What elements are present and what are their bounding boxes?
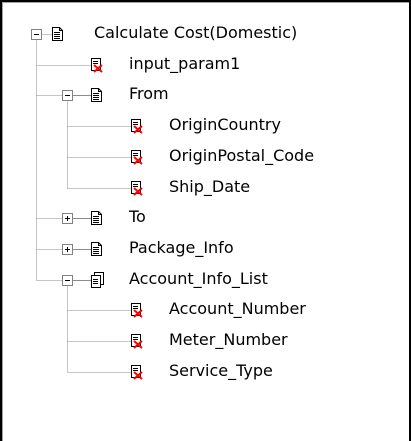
tree-node-calc[interactable]: Calculate Cost(Domestic) bbox=[0, 19, 411, 49]
collapse-icon[interactable] bbox=[62, 90, 73, 101]
parameter-icon bbox=[131, 181, 143, 196]
expand-icon[interactable] bbox=[62, 213, 73, 224]
parameter-icon bbox=[131, 119, 143, 134]
document-icon bbox=[91, 88, 102, 102]
tree-node-service-type[interactable]: Service_Type bbox=[0, 357, 411, 387]
collapse-icon[interactable] bbox=[62, 275, 73, 286]
tree-node-label[interactable]: Account_Info_List bbox=[129, 269, 268, 289]
parameter-icon bbox=[131, 334, 143, 349]
document-icon bbox=[52, 27, 63, 41]
parameter-tree-view: Calculate Cost(Domestic) input_param1 From… bbox=[0, 0, 411, 441]
parameter-icon bbox=[91, 58, 103, 73]
tree-node-package-info[interactable]: Package_Info bbox=[0, 234, 411, 264]
tree-node-label[interactable]: Package_Info bbox=[129, 238, 234, 258]
document-icon bbox=[91, 211, 102, 225]
document-icon bbox=[91, 242, 102, 256]
parameter-icon bbox=[131, 303, 143, 318]
tree-node-label[interactable]: OriginPostal_Code bbox=[169, 146, 314, 166]
tree-node-from[interactable]: From bbox=[0, 80, 411, 110]
tree-node-label[interactable]: Meter_Number bbox=[169, 330, 288, 350]
tree-node-to[interactable]: To bbox=[0, 203, 411, 233]
tree-node-meter-number[interactable]: Meter_Number bbox=[0, 326, 411, 356]
tree-node-origin-postal[interactable]: OriginPostal_Code bbox=[0, 142, 411, 172]
tree-node-account-number[interactable]: Account_Number bbox=[0, 295, 411, 325]
tree-node-label[interactable]: OriginCountry bbox=[169, 115, 281, 135]
tree-node-input-param1[interactable]: input_param1 bbox=[0, 50, 411, 80]
tree-node-label[interactable]: Calculate Cost(Domestic) bbox=[94, 23, 297, 43]
tree-node-label[interactable]: Account_Number bbox=[169, 299, 306, 319]
tree-node-ship-date[interactable]: Ship_Date bbox=[0, 173, 411, 203]
tree-node-label[interactable]: From bbox=[129, 84, 169, 104]
tree-node-account-info-list[interactable]: Account_Info_List bbox=[0, 265, 411, 295]
tree-node-label[interactable]: Ship_Date bbox=[169, 177, 250, 197]
document-list-icon bbox=[91, 272, 104, 288]
tree-node-label[interactable]: To bbox=[129, 207, 146, 227]
tree-node-label[interactable]: Service_Type bbox=[169, 361, 273, 381]
tree-node-label[interactable]: input_param1 bbox=[129, 54, 240, 74]
parameter-icon bbox=[131, 150, 143, 165]
collapse-icon[interactable] bbox=[31, 29, 42, 40]
parameter-icon bbox=[131, 365, 143, 380]
expand-icon[interactable] bbox=[62, 244, 73, 255]
tree-node-origin-country[interactable]: OriginCountry bbox=[0, 111, 411, 141]
